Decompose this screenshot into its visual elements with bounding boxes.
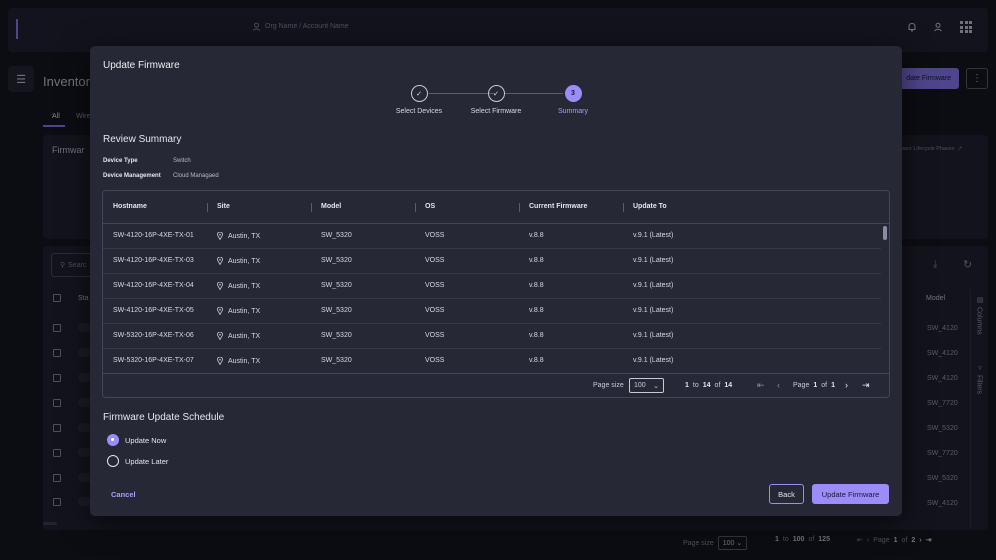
cell-site: Austin, TX [217,232,260,240]
table-row: SW-5320-16P-4XE-TX-07 Austin, TX SW_5320… [103,349,881,374]
column-header-os[interactable]: OS [425,203,435,210]
update-later-label[interactable]: Update Later [125,457,168,466]
cell-os: VOSS [425,257,445,264]
table-row: SW-4120-16P-4XE-TX-01 Austin, TX SW_5320… [103,224,881,249]
review-summary-title: Review Summary [103,134,182,145]
cell-hostname: SW-5320-16P-4XE-TX-06 [113,332,194,339]
cell-site: Austin, TX [217,332,260,340]
cell-hostname: SW-4120-16P-4XE-TX-04 [113,282,194,289]
cell-hostname: SW-4120-16P-4XE-TX-01 [113,232,194,239]
update-firmware-modal: Update Firmware ✓ Select Devices ✓ Selec… [90,46,902,516]
cell-os: VOSS [425,357,445,364]
step-label: Select Firmware [470,108,522,115]
next-page-icon[interactable]: › [845,380,848,390]
column-divider[interactable] [623,203,624,212]
update-now-label[interactable]: Update Now [125,436,166,445]
device-management-label: Device Management [103,173,161,179]
table-header: Hostname Site Model OS Current Firmware … [103,191,889,224]
scrollbar-thumb[interactable] [883,226,887,240]
location-pin-icon [217,357,223,365]
cell-hostname: SW-5320-16P-4XE-TX-07 [113,357,194,364]
page-size-value: 100 [634,382,646,389]
location-pin-icon [217,307,223,315]
location-pin-icon [217,257,223,265]
step-label: Select Devices [395,108,443,115]
location-pin-icon [217,232,223,240]
update-now-radio[interactable] [107,434,119,446]
step-number: 3 [564,85,582,102]
device-type-label: Device Type [103,158,138,164]
page-indicator: Page 1 of 1 [793,382,836,389]
cell-update-to: v.9.1 (Latest) [633,257,674,264]
cell-site: Austin, TX [217,307,260,315]
cell-current-firmware: v.8.8 [529,257,544,264]
device-management-value: Cloud Managaed [173,173,219,179]
update-later-radio[interactable] [107,455,119,467]
step-select-devices[interactable]: ✓ Select Devices [379,85,459,115]
table-row: SW-4120-16P-4XE-TX-03 Austin, TX SW_5320… [103,249,881,274]
step-select-firmware[interactable]: ✓ Select Firmware [456,85,536,115]
review-devices-table: Hostname Site Model OS Current Firmware … [102,190,890,398]
cell-current-firmware: v.8.8 [529,332,544,339]
cell-os: VOSS [425,232,445,239]
location-pin-icon [217,282,223,290]
cell-model: SW_5320 [321,307,352,314]
page-size-label: Page size [593,382,624,389]
schedule-section-title: Firmware Update Schedule [103,412,225,423]
range-summary: 1 to 14 of 14 [685,382,733,389]
cell-update-to: v.9.1 (Latest) [633,332,674,339]
location-pin-icon [217,332,223,340]
cell-current-firmware: v.8.8 [529,232,544,239]
cell-update-to: v.9.1 (Latest) [633,232,674,239]
cell-site: Austin, TX [217,257,260,265]
check-icon: ✓ [487,85,505,102]
cell-current-firmware: v.8.8 [529,282,544,289]
column-divider[interactable] [415,203,416,212]
column-header-site[interactable]: Site [217,203,230,210]
cell-model: SW_5320 [321,257,352,264]
cell-hostname: SW-4120-16P-4XE-TX-05 [113,307,194,314]
column-header-current-firmware[interactable]: Current Firmware [529,203,587,210]
cell-model: SW_5320 [321,357,352,364]
column-divider[interactable] [519,203,520,212]
modal-title: Update Firmware [103,60,180,71]
column-divider[interactable] [207,203,208,212]
column-header-update-to[interactable]: Update To [633,203,667,210]
cell-model: SW_5320 [321,332,352,339]
cell-model: SW_5320 [321,282,352,289]
table-row: SW-4120-16P-4XE-TX-05 Austin, TX SW_5320… [103,299,881,324]
cell-model: SW_5320 [321,232,352,239]
table-row: SW-4120-16P-4XE-TX-04 Austin, TX SW_5320… [103,274,881,299]
chevron-down-icon: ⌄ [653,382,659,390]
cell-current-firmware: v.8.8 [529,307,544,314]
table-vertical-scrollbar[interactable] [881,224,889,373]
step-label: Summary [558,108,588,115]
column-header-hostname[interactable]: Hostname [113,203,147,210]
step-summary: 3 Summary [533,85,613,115]
cell-os: VOSS [425,332,445,339]
first-page-icon[interactable]: ⇤ [757,380,765,391]
column-header-model[interactable]: Model [321,203,341,210]
table-row: SW-5320-16P-4XE-TX-06 Austin, TX SW_5320… [103,324,881,349]
cell-site: Austin, TX [217,357,260,365]
check-icon: ✓ [410,85,428,102]
cell-os: VOSS [425,307,445,314]
cell-hostname: SW-4120-16P-4XE-TX-03 [113,257,194,264]
back-button[interactable]: Back [769,484,804,504]
update-firmware-button[interactable]: Update Firmware [812,484,889,504]
cell-update-to: v.9.1 (Latest) [633,307,674,314]
prev-page-icon[interactable]: ‹ [777,380,780,390]
table-pagination: Page size 100 ⌄ 1 to 14 of 14 ⇤ ‹ Page 1… [103,373,889,397]
page-size-select[interactable]: 100 ⌄ [629,378,664,393]
device-type-value: Switch [173,158,191,164]
column-divider[interactable] [311,203,312,212]
cell-current-firmware: v.8.8 [529,357,544,364]
cancel-button[interactable]: Cancel [111,490,136,499]
last-page-icon[interactable]: ⇥ [862,380,870,391]
cell-site: Austin, TX [217,282,260,290]
cell-update-to: v.9.1 (Latest) [633,357,674,364]
cell-update-to: v.9.1 (Latest) [633,282,674,289]
cell-os: VOSS [425,282,445,289]
